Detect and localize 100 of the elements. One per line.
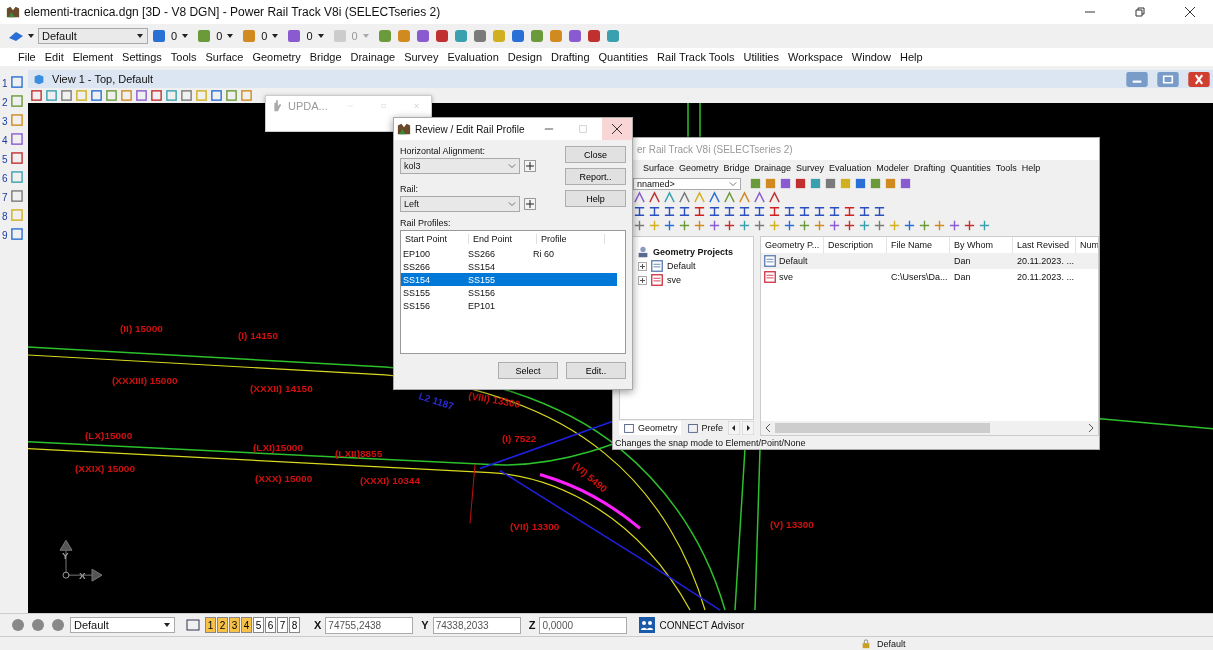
tool-icon[interactable]	[723, 205, 736, 218]
tool-icon[interactable]	[693, 205, 706, 218]
tool-icon[interactable]	[738, 205, 751, 218]
tool-icon[interactable]	[10, 133, 23, 146]
tool-icon[interactable]	[708, 219, 721, 232]
pick-icon[interactable]	[524, 160, 536, 172]
close-icon[interactable]	[602, 118, 632, 140]
z-coordinate-field[interactable]: 0,0000	[539, 616, 628, 634]
caret-icon[interactable]	[181, 32, 190, 40]
tool-icon[interactable]	[10, 190, 23, 203]
tool-icon[interactable]	[678, 191, 691, 204]
project-row[interactable]: sve C:\Users\Da... Dan 20.11.2023. ...	[761, 269, 1098, 285]
tool-icon[interactable]	[794, 177, 807, 190]
menu-item[interactable]: Help	[1021, 163, 1041, 173]
profile-row[interactable]: EP100 SS266 Ri 60	[401, 247, 617, 260]
menu-item[interactable]: Settings	[122, 51, 162, 63]
tool-icon[interactable]	[873, 219, 886, 232]
tree-item[interactable]: Default	[667, 261, 696, 271]
tool-icon[interactable]	[151, 28, 167, 44]
tool-icon[interactable]	[873, 205, 886, 218]
column-header[interactable]: End Point	[469, 234, 537, 244]
level-dropdown[interactable]: Default	[38, 28, 148, 44]
menu-item[interactable]: Quantities	[950, 163, 991, 173]
view-toggle-button[interactable]: 6	[265, 617, 276, 633]
tool-icon[interactable]	[783, 219, 796, 232]
tool-icon[interactable]	[723, 191, 736, 204]
tool-icon[interactable]	[843, 205, 856, 218]
expand-icon[interactable]	[638, 275, 647, 285]
tool-icon[interactable]	[471, 28, 488, 44]
dialog-button[interactable]: Help	[565, 190, 626, 207]
menu-item[interactable]: Drainage	[350, 51, 396, 63]
menu-item[interactable]: Tools	[170, 51, 197, 63]
y-coordinate-field[interactable]: 74338,2033	[432, 616, 521, 634]
tool-icon[interactable]	[813, 205, 826, 218]
tool-icon[interactable]	[899, 177, 912, 190]
tool-icon[interactable]	[779, 177, 792, 190]
advisor-link[interactable]: CONNECT Advisor	[659, 619, 745, 631]
view-toggle-button[interactable]: 4	[241, 617, 252, 633]
tool-icon[interactable]	[768, 205, 781, 218]
menu-item[interactable]: Surface	[205, 51, 244, 63]
tool-icon[interactable]	[708, 205, 721, 218]
view-toggle-button[interactable]: 2	[217, 617, 228, 633]
alignment-dropdown[interactable]: kol3	[400, 158, 520, 174]
view-toggle-button[interactable]: 7	[277, 617, 288, 633]
tool-icon[interactable]	[828, 219, 841, 232]
menu-item[interactable]: Surface	[643, 163, 675, 173]
dialog-button[interactable]: Close	[565, 146, 626, 163]
x-coordinate-field[interactable]: 74755,2438	[325, 616, 414, 634]
menu-item[interactable]: Evaluation	[829, 163, 872, 173]
tool-icon[interactable]	[753, 205, 766, 218]
menu-item[interactable]: Rail Track Tools	[657, 51, 735, 63]
style-dropdown[interactable]: nnamed>	[633, 177, 741, 190]
caret-icon[interactable]	[27, 32, 35, 40]
tool-icon[interactable]	[196, 28, 213, 44]
tool-icon[interactable]	[798, 219, 811, 232]
tool-icon[interactable]	[948, 219, 961, 232]
tool-icon[interactable]	[376, 28, 393, 44]
expand-icon[interactable]	[638, 261, 647, 271]
horizontal-scrollbar[interactable]	[761, 421, 1098, 435]
menu-item[interactable]: Modeler	[876, 163, 909, 173]
view-toggle-button[interactable]: 8	[289, 617, 300, 633]
tool-icon[interactable]	[648, 205, 661, 218]
tool-icon[interactable]	[10, 228, 23, 241]
tool-icon[interactable]	[60, 89, 73, 102]
tool-icon[interactable]	[678, 219, 691, 232]
menu-item[interactable]: Bridge	[723, 163, 750, 173]
close-icon[interactable]	[1184, 6, 1196, 18]
column-header[interactable]: Profile	[537, 234, 605, 244]
profile-row[interactable]: SS155 SS156	[401, 286, 617, 299]
tool-icon[interactable]	[286, 28, 303, 44]
tool-icon[interactable]	[663, 205, 676, 218]
rail-dropdown[interactable]: Left	[400, 196, 520, 212]
tool-icon[interactable]	[753, 219, 766, 232]
profile-row[interactable]: SS266 SS154	[401, 260, 617, 273]
tool-icon[interactable]	[30, 617, 46, 633]
menu-item[interactable]: Workspace	[788, 51, 843, 63]
tool-icon[interactable]	[433, 28, 450, 44]
caret-icon[interactable]	[316, 32, 325, 40]
menu-item[interactable]: Drafting	[551, 51, 590, 63]
tool-icon[interactable]	[918, 219, 931, 232]
tool-icon[interactable]	[135, 89, 148, 102]
view-toggle-button[interactable]: 1	[205, 617, 216, 633]
tool-icon[interactable]	[768, 191, 781, 204]
tool-icon[interactable]	[798, 205, 811, 218]
column-header[interactable]: Start Point	[401, 234, 469, 244]
menu-item[interactable]: Quantities	[598, 51, 649, 63]
menu-item[interactable]: Utilities	[743, 51, 779, 63]
tool-icon[interactable]	[30, 89, 43, 102]
tool-icon[interactable]	[90, 89, 103, 102]
tool-icon[interactable]	[783, 205, 796, 218]
tool-icon[interactable]	[10, 152, 23, 165]
tool-icon[interactable]	[723, 219, 736, 232]
menu-item[interactable]: File	[18, 51, 36, 63]
tree-item[interactable]: sve	[667, 275, 681, 285]
tool-icon[interactable]	[10, 617, 26, 633]
tool-icon[interactable]	[633, 219, 646, 232]
tree-item[interactable]: Geometry Projects	[653, 247, 734, 257]
menu-item[interactable]: Evaluation	[447, 51, 499, 63]
menu-item[interactable]: Geometry	[252, 51, 301, 63]
pick-icon[interactable]	[524, 198, 536, 210]
